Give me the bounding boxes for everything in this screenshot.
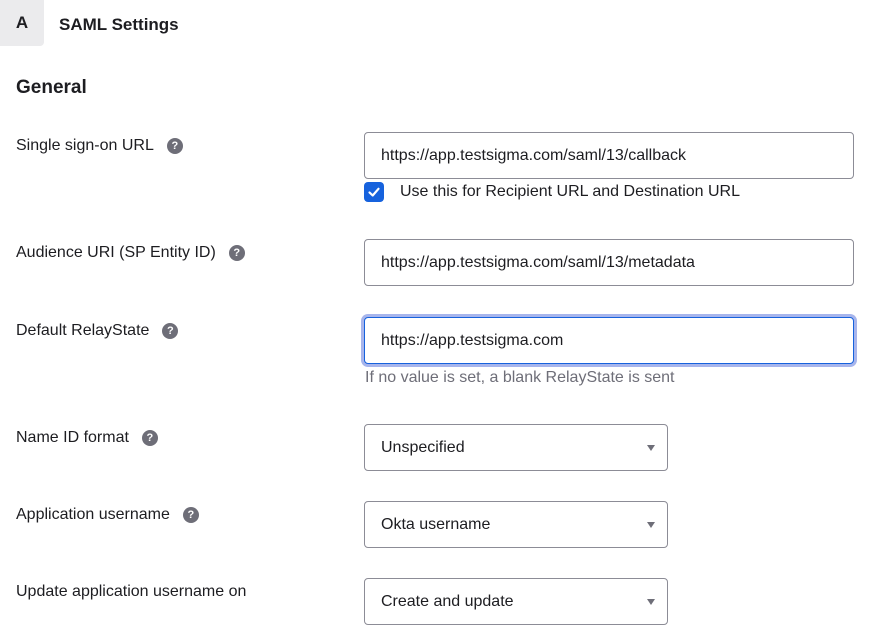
name-id-format-label: Name ID format ? [16,429,158,447]
app-username-value: Okta username [381,515,491,533]
relay-state-input[interactable] [364,317,854,364]
update-username-on-select[interactable]: Create and update [364,578,668,625]
relay-state-hint: If no value is set, a blank RelayState i… [365,369,675,386]
audience-uri-input[interactable] [364,239,854,286]
sso-url-input[interactable] [364,132,854,179]
update-username-on-label-text: Update application username on [16,583,247,600]
name-id-format-select[interactable]: Unspecified [364,424,668,471]
name-id-format-label-text: Name ID format [16,429,129,446]
recipient-destination-checkbox-label: Use this for Recipient URL and Destinati… [400,183,741,200]
help-icon[interactable]: ? [228,245,245,261]
audience-uri-label-text: Audience URI (SP Entity ID) [16,244,216,261]
sso-url-label-text: Single sign-on URL [16,137,154,154]
update-username-on-label: Update application username on [16,583,246,601]
help-icon[interactable]: ? [166,138,183,154]
help-icon[interactable]: ? [141,430,158,446]
audience-uri-label: Audience URI (SP Entity ID) ? [16,244,245,262]
help-icon[interactable]: ? [182,507,199,523]
step-title: SAML Settings [59,15,179,34]
update-username-on-value: Create and update [381,592,514,610]
relay-state-label-text: Default RelayState [16,322,150,339]
sso-url-label: Single sign-on URL ? [16,137,183,155]
recipient-destination-checkbox-row[interactable]: Use this for Recipient URL and Destinati… [364,182,740,202]
app-username-select[interactable]: Okta username [364,501,668,548]
checkmark-icon [368,187,380,197]
help-icon[interactable]: ? [162,323,179,339]
recipient-destination-checkbox[interactable] [364,182,384,202]
app-username-label: Application username ? [16,506,199,524]
section-title-general: General [16,77,87,98]
chevron-down-icon [647,521,655,528]
name-id-format-value: Unspecified [381,438,465,456]
app-username-label-text: Application username [16,506,170,523]
chevron-down-icon [647,444,655,451]
step-badge: A [0,0,44,46]
chevron-down-icon [647,598,655,605]
relay-state-label: Default RelayState ? [16,322,179,340]
